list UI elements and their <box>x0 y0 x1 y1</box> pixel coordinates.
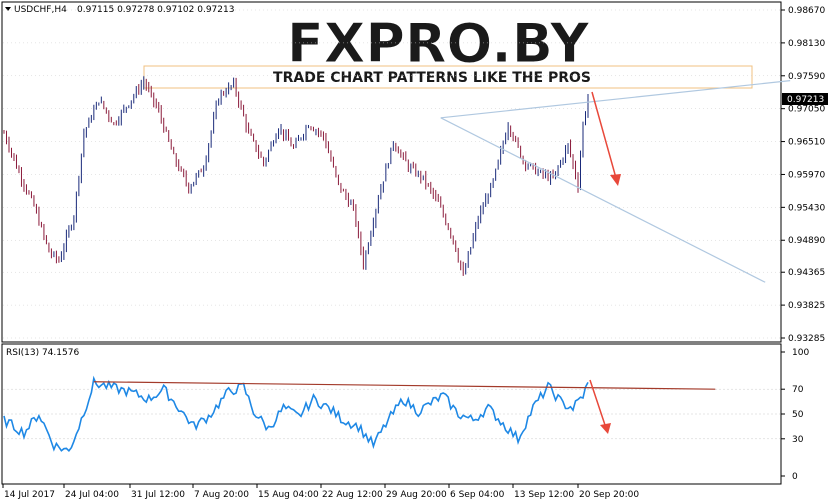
price-tick-label: 0.93285 <box>788 334 825 344</box>
time-tick-label: 15 Aug 04:00 <box>258 490 319 500</box>
rsi-tick-label: 30 <box>792 435 804 445</box>
price-tick-label: 0.98130 <box>788 39 825 49</box>
price-tick-label: 0.96510 <box>788 138 825 148</box>
time-tick-label: 6 Sep 04:00 <box>450 490 505 500</box>
time-tick-label: 31 Jul 12:00 <box>131 490 185 500</box>
rsi-tick-label: 0 <box>792 472 798 482</box>
time-tick-label: 14 Jul 2017 <box>4 490 55 500</box>
rsi-tick-label: 70 <box>792 385 804 395</box>
chart-canvas: FXPRO.BY TRADE CHART PATTERNS LIKE THE P… <box>0 0 829 504</box>
price-tick-label: 0.94365 <box>788 268 825 278</box>
time-tick-label: 29 Aug 20:00 <box>386 490 447 500</box>
time-tick-label: 22 Aug 12:00 <box>322 490 383 500</box>
price-tick-label: 0.95970 <box>788 170 825 180</box>
rsi-tick-label: 50 <box>792 410 804 420</box>
watermark-tagline: TRADE CHART PATTERNS LIKE THE PROS <box>273 70 591 86</box>
time-tick-label: 20 Sep 20:00 <box>579 490 639 500</box>
time-tick-label: 24 Jul 04:00 <box>65 490 119 500</box>
price-tick-label: 0.97050 <box>788 105 825 115</box>
chart-window: FXPRO.BY TRADE CHART PATTERNS LIKE THE P… <box>0 0 829 504</box>
price-tick-label: 0.94890 <box>788 236 825 246</box>
rsi-label: RSI(13) 74.1576 <box>6 348 79 358</box>
current-price-tag: 0.97213 <box>782 93 828 105</box>
price-tick-label: 0.98670 <box>788 6 825 16</box>
time-tick-label: 7 Aug 20:00 <box>194 490 249 500</box>
price-tick-label: 0.93825 <box>788 301 825 311</box>
price-tag-text: 0.97213 <box>787 95 824 105</box>
rsi-tick-label: 100 <box>792 348 809 358</box>
time-tick-label: 13 Sep 12:00 <box>514 490 574 500</box>
price-tick-label: 0.95430 <box>788 203 825 213</box>
price-tick-label: 0.97590 <box>788 72 825 82</box>
